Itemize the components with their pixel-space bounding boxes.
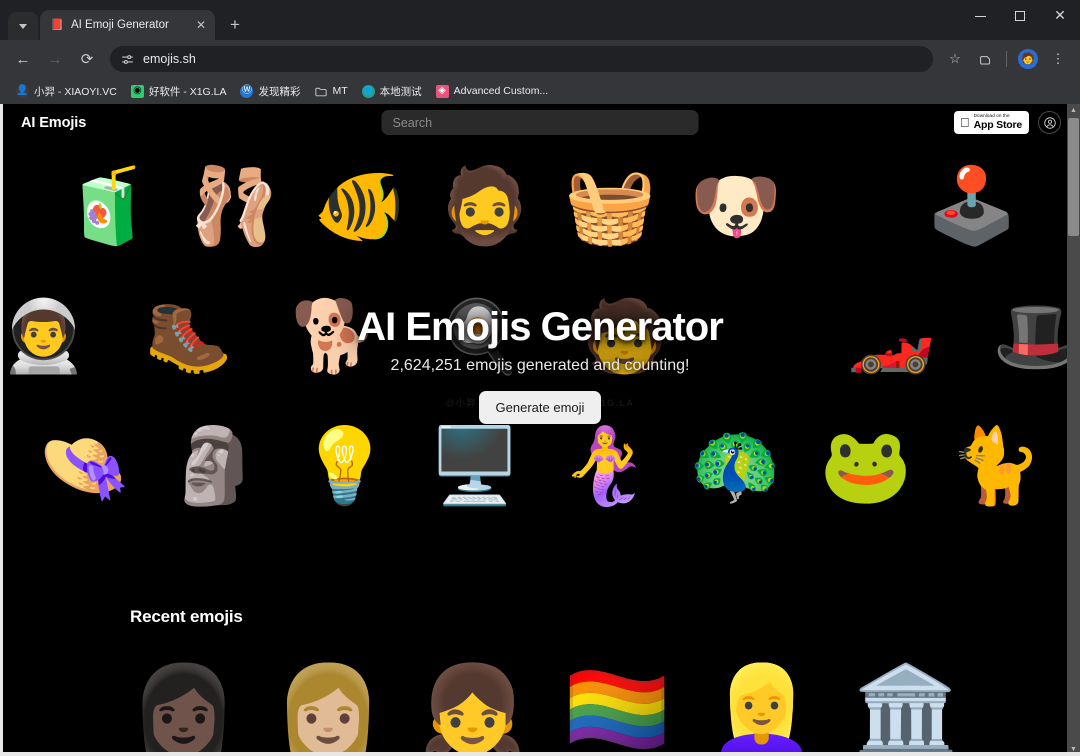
emoji-tabby-cat[interactable]: 🐈 xyxy=(950,429,1042,503)
minimize-icon xyxy=(975,16,986,17)
close-icon: ✕ xyxy=(1054,9,1066,23)
generate-emoji-button[interactable]: Generate emoji xyxy=(479,391,602,424)
search-input[interactable] xyxy=(382,110,699,135)
recent-emojis-row: 👩🏿 👩🏼 👧 🏳️‍🌈 👱‍♀️ 🏛️ xyxy=(0,633,1080,753)
emoji-mannequin-head-with-hat[interactable]: 🗿 xyxy=(168,429,260,503)
emoji-woman-portrait-collage[interactable]: 👩🏿 xyxy=(130,667,237,753)
bookmark-favicon-icon: 👤 xyxy=(16,85,29,98)
recent-emojis-section: Recent emojis 👩🏿 👩🏼 👧 🏳️‍🌈 👱‍♀️ 🏛️ xyxy=(0,589,1080,753)
bookmark-item[interactable]: Ⓦ 发现精彩 xyxy=(234,82,306,101)
maximize-icon xyxy=(1015,11,1025,21)
emoji-colonial-mansion[interactable]: 🏛️ xyxy=(853,667,960,753)
emoji-blonde-woman-ribbon[interactable]: 👱‍♀️ xyxy=(708,667,815,753)
bookmark-label: MT xyxy=(332,85,347,97)
window-left-edge xyxy=(0,104,3,756)
emoji-blonde-victorian-woman[interactable]: 👩🏼 xyxy=(275,667,382,753)
emoji-ballerina-dancer[interactable]: 🩰 xyxy=(188,169,280,243)
window-bottom-edge xyxy=(0,752,1080,756)
header-actions:  Download on the App Store xyxy=(954,111,1066,134)
bookmark-favicon-icon: Ⓦ xyxy=(240,85,253,98)
recent-emojis-heading: Recent emojis xyxy=(0,607,1080,627)
site-header: AI Emojis  Download on the App Store xyxy=(0,104,1080,141)
bookmark-label: Advanced Custom... xyxy=(454,85,549,97)
bookmark-item[interactable]: ◉ 好软件 - X1G.LA xyxy=(125,82,233,101)
tab-close-icon[interactable]: ✕ xyxy=(193,17,209,33)
apple-logo-icon:  xyxy=(960,116,970,129)
address-bar-url: emojis.sh xyxy=(143,52,923,66)
emoji-light-bulb[interactable]: 💡 xyxy=(299,429,391,503)
emoji-astronaut-floating[interactable]: 👨‍🚀 xyxy=(0,301,87,371)
bookmark-star-icon[interactable]: ☆ xyxy=(941,45,969,73)
emoji-bulldog-face[interactable]: 🐶 xyxy=(690,169,782,243)
scroll-up-arrow-icon[interactable]: ▲ xyxy=(1067,104,1080,117)
site-settings-icon[interactable] xyxy=(120,52,135,67)
page-scrollbar[interactable]: ▲ ▼ xyxy=(1067,104,1080,756)
bookmark-item[interactable]: ◈ Advanced Custom... xyxy=(430,83,555,100)
bookmark-item[interactable]: MT xyxy=(308,83,353,100)
emoji-row: 🧃 🩰 🐠 🧔 🧺 🐶 🐱 🕹️ xyxy=(0,141,1080,271)
window-minimize-button[interactable] xyxy=(960,0,1000,32)
new-tab-button[interactable]: + xyxy=(221,11,249,39)
emoji-frog-soldier[interactable]: 🐸 xyxy=(820,429,912,503)
hero-section: 🧃 🩰 🐠 🧔 🧺 🐶 🐱 🕹️ 👨‍🚀 🥾 🐕 🍳 🧑 ☕ 🏎️ 🎩 xyxy=(0,141,1080,589)
emoji-espresso-machine[interactable]: ☕ xyxy=(727,301,790,371)
emoji-betta-fish[interactable]: 🐠 xyxy=(313,169,405,243)
emoji-peacock-feather[interactable]: 🦚 xyxy=(689,429,781,503)
window-close-button[interactable]: ✕ xyxy=(1040,0,1080,32)
bookmark-label: 小羿 - XIAOYI.VC xyxy=(34,84,117,99)
tab-favicon-icon: 📕 xyxy=(50,18,64,32)
reload-button[interactable]: ⟳ xyxy=(72,44,102,74)
emoji-leather-boot[interactable]: 🥾 xyxy=(145,301,232,371)
browser-toolbar: ← → ⟳ emojis.sh ☆ 🧑 ⋮ xyxy=(0,40,1080,78)
bookmarks-bar: 👤 小羿 - XIAOYI.VC ◉ 好软件 - X1G.LA Ⓦ 发现精彩 M… xyxy=(0,78,1080,104)
bookmark-item[interactable]: 🌐 本地测试 xyxy=(356,82,428,101)
extensions-icon[interactable] xyxy=(971,45,999,73)
app-store-label: App Store xyxy=(974,120,1022,131)
folder-icon xyxy=(314,85,327,98)
window-maximize-button[interactable] xyxy=(1000,0,1040,32)
browser-tab[interactable]: 📕 AI Emoji Generator ✕ xyxy=(40,10,215,40)
site-logo[interactable]: AI Emojis xyxy=(21,115,86,131)
bookmark-label: 本地测试 xyxy=(380,84,422,99)
emoji-apple-juice-glass[interactable]: 🧃 xyxy=(62,169,154,243)
address-bar[interactable]: emojis.sh xyxy=(110,46,933,72)
toolbar-divider xyxy=(1006,51,1007,67)
emoji-curly-haired-painter[interactable]: 🧔 xyxy=(439,169,531,243)
window-controls: ✕ xyxy=(960,0,1080,32)
emoji-counter-text: 2,624,251 emojis generated and counting! xyxy=(357,357,723,375)
forward-button[interactable]: → xyxy=(40,44,70,74)
chevron-down-icon xyxy=(19,24,27,29)
bookmark-label: 发现精彩 xyxy=(258,84,300,99)
emoji-formula-one-car[interactable]: 🏎️ xyxy=(847,301,934,371)
emoji-claw-machine[interactable]: 🕹️ xyxy=(926,169,1018,243)
globe-icon: 🌐 xyxy=(362,85,375,98)
scrollbar-thumb[interactable] xyxy=(1068,118,1079,236)
tab-title: AI Emoji Generator xyxy=(71,19,186,31)
account-button[interactable] xyxy=(1038,111,1061,134)
tab-strip: 📕 AI Emoji Generator ✕ + ✕ xyxy=(0,0,1080,40)
emoji-cat-with-top-hat[interactable]: 🐱 xyxy=(815,169,892,243)
search-container xyxy=(382,110,699,135)
emoji-pink-haired-girl[interactable]: 👧 xyxy=(419,667,526,753)
bookmark-favicon-icon: ◈ xyxy=(436,85,449,98)
browser-menu-icon[interactable]: ⋮ xyxy=(1044,45,1072,73)
bookmark-favicon-icon: ◉ xyxy=(131,85,144,98)
emoji-mermaid-with-axe[interactable]: 🧜‍♀️ xyxy=(559,429,651,503)
web-page-content: AI Emojis  Download on the App Store xyxy=(0,104,1080,756)
emoji-blue-fedora-hat[interactable]: 👒 xyxy=(38,429,130,503)
browser-window: 📕 AI Emoji Generator ✕ + ✕ ← → ⟳ xyxy=(0,0,1080,756)
bookmark-label: 好软件 - X1G.LA xyxy=(149,84,227,99)
emoji-bread-basket[interactable]: 🧺 xyxy=(564,169,656,243)
profile-button[interactable]: 🧑 xyxy=(1014,45,1042,73)
page-title: AI Emojis Generator xyxy=(357,306,723,348)
emoji-rainbow-flag-musketeer[interactable]: 🏳️‍🌈 xyxy=(564,667,671,753)
tab-search-button[interactable] xyxy=(8,12,38,40)
back-button[interactable]: ← xyxy=(8,44,38,74)
toolbar-actions: ☆ 🧑 ⋮ xyxy=(941,45,1072,73)
emoji-retro-computer[interactable]: 🖥️ xyxy=(429,429,521,503)
bookmark-item[interactable]: 👤 小羿 - XIAOYI.VC xyxy=(10,82,123,101)
app-store-download-button[interactable]:  Download on the App Store xyxy=(954,111,1029,134)
avatar: 🧑 xyxy=(1018,49,1038,69)
